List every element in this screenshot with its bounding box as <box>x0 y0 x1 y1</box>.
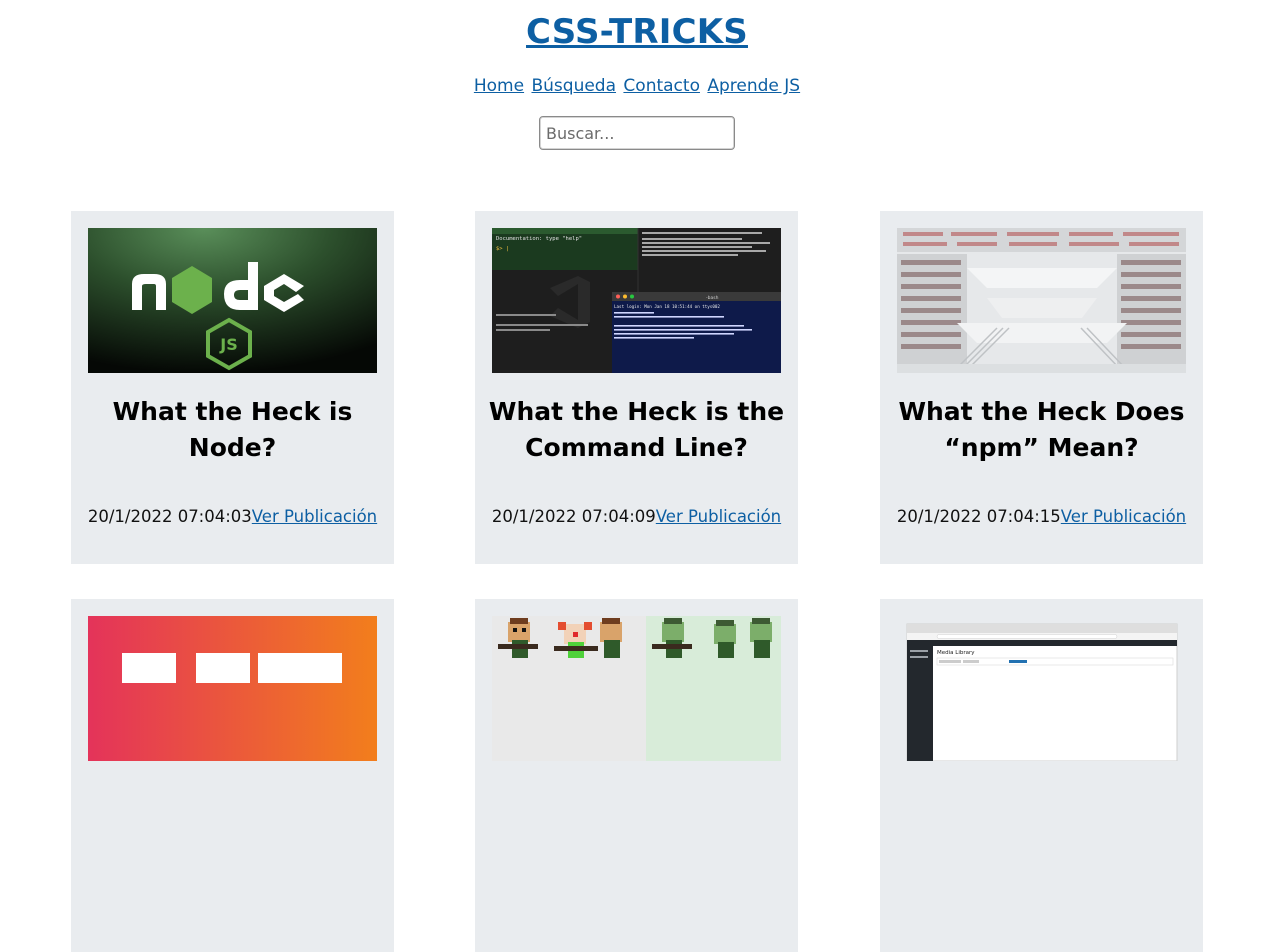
post-card <box>475 599 798 952</box>
post-card: JS What the Heck is Node? 20/1/2022 07:0… <box>71 211 394 564</box>
view-post-link[interactable]: Ver Publicación <box>1061 507 1186 526</box>
post-meta: 20/1/2022 07:04:09Ver Publicación <box>475 507 798 526</box>
post-title: What the Heck Does “npm” Mean? <box>898 397 1185 462</box>
view-post-link[interactable]: Ver Publicación <box>656 507 781 526</box>
post-thumbnail[interactable] <box>492 616 781 761</box>
site-title-link[interactable]: CSS-TRICKS <box>526 12 748 52</box>
post-thumbnail-node[interactable]: JS <box>88 228 377 373</box>
terminal-screenshot-image: Documentation: type "help" $> | -bash La… <box>492 228 781 373</box>
terminal-login-line: Last login: Mon Jan 18 10:51:44 on ttys0… <box>614 304 720 309</box>
post-meta: 20/1/2022 07:04:03Ver Publicación <box>71 507 394 526</box>
main-nav: Home Búsqueda Contacto Aprende JS <box>0 76 1274 96</box>
search-input[interactable] <box>539 116 735 150</box>
wordpress-media-library-screenshot: Media Library <box>897 616 1186 761</box>
post-thumbnail-npm[interactable] <box>897 228 1186 373</box>
post-date: 20/1/2022 07:04:03 <box>87 507 252 526</box>
media-library-heading: Media Library <box>937 650 975 656</box>
svg-text:JS: JS <box>219 335 237 354</box>
post-title: What the Heck is the Command Line? <box>488 397 785 462</box>
nav-link-contacto[interactable]: Contacto <box>623 76 700 96</box>
post-thumbnail-command-line[interactable]: Documentation: type "help" $> | -bash La… <box>492 228 781 373</box>
post-thumbnail[interactable]: Media Library <box>897 616 1186 761</box>
library-interior-photo <box>897 228 1186 373</box>
orange-gradient-image <box>88 616 377 761</box>
post-title: What the Heck is Node? <box>112 397 353 462</box>
site-header: CSS-TRICKS <box>0 12 1274 52</box>
post-card: Documentation: type "help" $> | -bash La… <box>475 211 798 564</box>
post-date: 20/1/2022 07:04:15 <box>896 507 1061 526</box>
nav-link-home[interactable]: Home <box>474 76 524 96</box>
post-date: 20/1/2022 07:04:09 <box>491 507 656 526</box>
doc-line: Documentation: type "help" <box>496 236 582 242</box>
node-js-logo-image: JS <box>88 228 377 373</box>
pixel-art-characters-image <box>492 616 781 761</box>
post-card <box>71 599 394 952</box>
svg-text:$> |: $> | <box>496 246 509 252</box>
nav-link-aprende-js[interactable]: Aprende JS <box>707 76 800 96</box>
post-card: What the Heck Does “npm” Mean? 20/1/2022… <box>880 211 1203 564</box>
view-post-link[interactable]: Ver Publicación <box>252 507 377 526</box>
post-meta: 20/1/2022 07:04:15Ver Publicación <box>880 507 1203 526</box>
terminal-window-title: -bash <box>706 295 719 301</box>
post-thumbnail[interactable] <box>88 616 377 761</box>
post-card: Media Library <box>880 599 1203 952</box>
nav-link-busqueda[interactable]: Búsqueda <box>531 76 616 96</box>
